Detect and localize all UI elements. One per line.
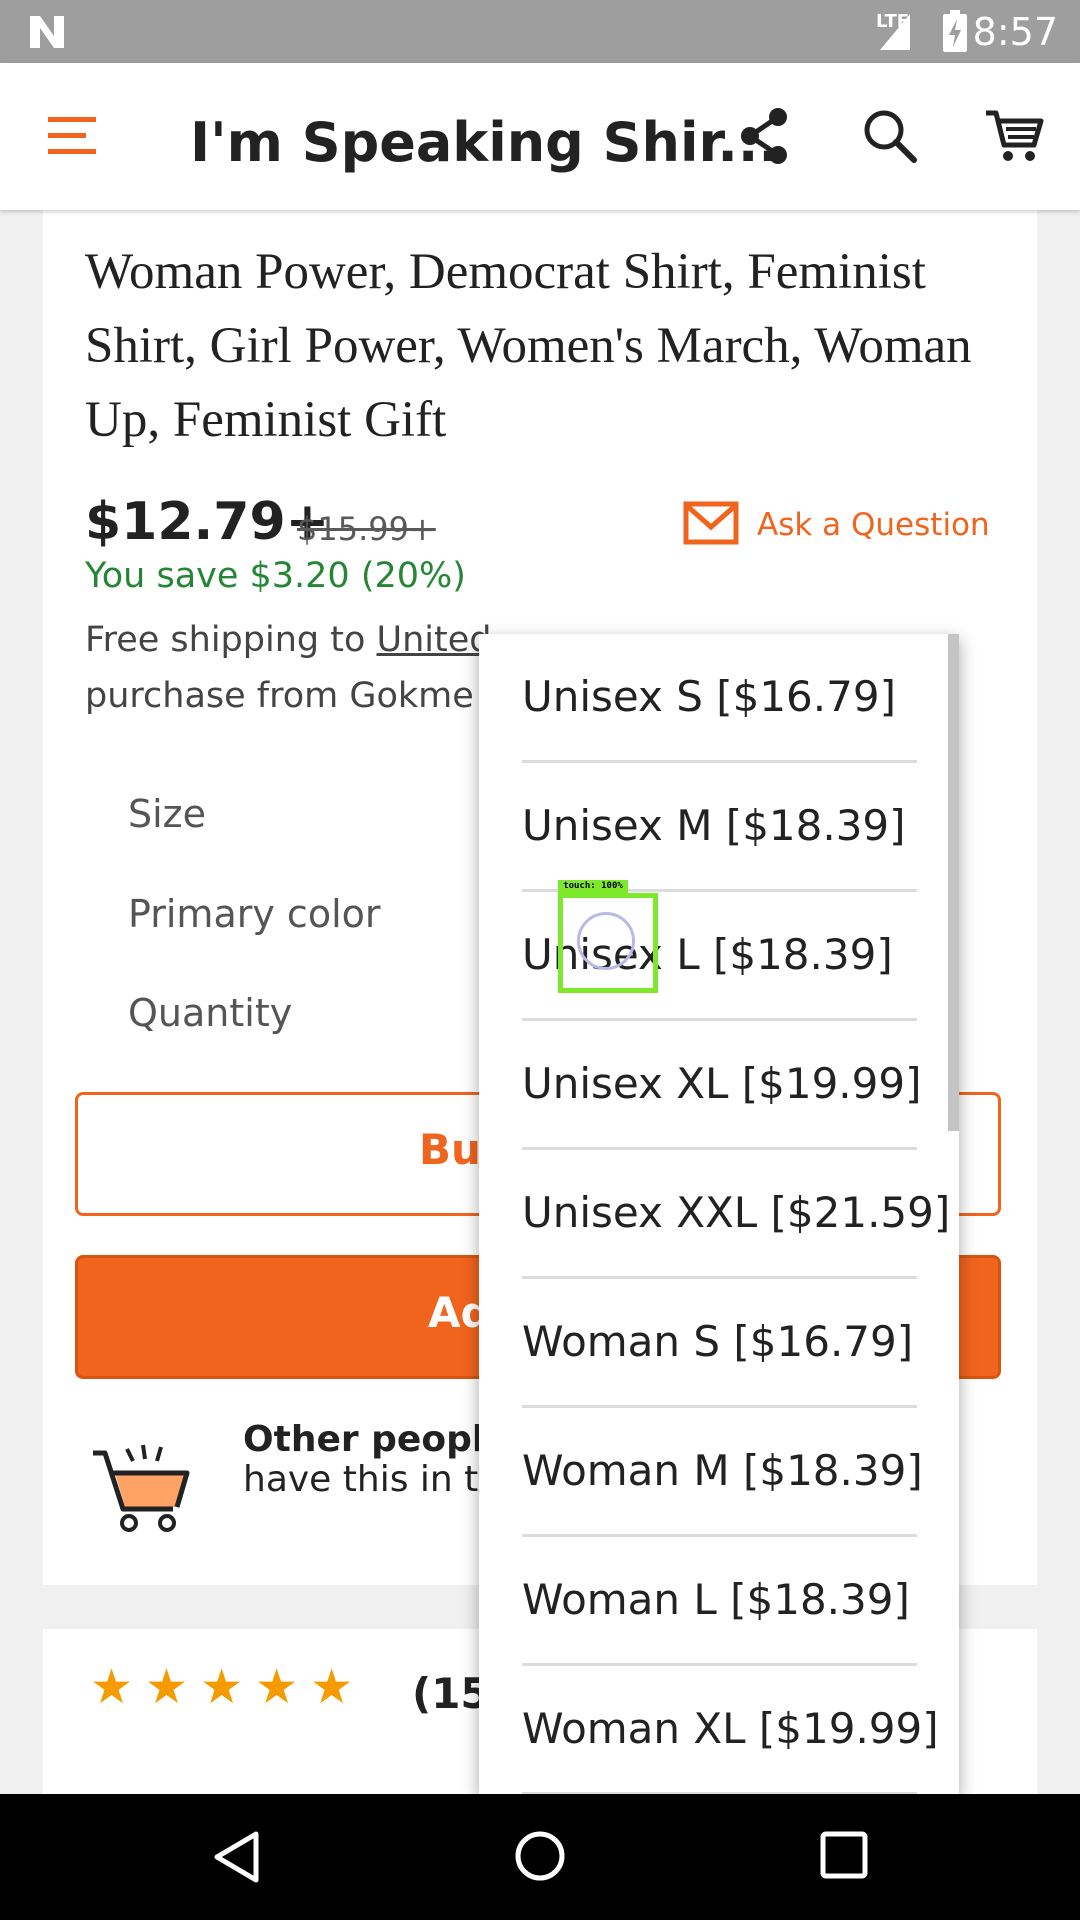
app-bar: I'm Speaking Shir... — [0, 63, 1080, 210]
product-title: Woman Power, Democrat Shirt, Feminist Sh… — [85, 244, 972, 448]
shipping-country-link[interactable]: United — [376, 620, 491, 660]
battery-charging-icon — [943, 10, 967, 52]
dropdown-option[interactable]: Woman XL [$19.99] — [522, 1666, 939, 1794]
touch-indicator-label: touch: 100% — [558, 880, 628, 893]
dropdown-scrollbar[interactable] — [948, 634, 959, 1131]
ask-question-button[interactable]: Ask a Question — [683, 497, 990, 553]
menu-icon[interactable] — [48, 115, 100, 157]
cart-note-line1: Other people — [243, 1419, 509, 1460]
rating-stars: ★★★★★ — [90, 1661, 366, 1714]
dropdown-option-label: Unisex S [$16.79] — [522, 672, 896, 721]
dropdown-option[interactable]: Unisex S [$16.79] — [522, 634, 917, 763]
dropdown-option[interactable]: Unisex M [$18.39] — [522, 763, 917, 892]
touch-ripple — [577, 912, 635, 970]
recents-icon[interactable] — [820, 1831, 868, 1879]
clock: 8:57 — [972, 10, 1058, 54]
price: $12.79+ — [85, 492, 330, 552]
cart-social-proof: Other people have this in th — [243, 1420, 509, 1500]
search-icon[interactable] — [862, 108, 918, 164]
dropdown-option-label: Unisex XXL [$21.59] — [522, 1188, 951, 1237]
cart-note-line2: have this in th — [243, 1459, 502, 1500]
back-icon[interactable] — [212, 1830, 260, 1884]
envelope-icon — [683, 501, 739, 545]
page-title: I'm Speaking Shir... — [190, 111, 779, 174]
dropdown-option[interactable]: Woman S [$16.79] — [522, 1279, 917, 1408]
navigation-bar — [0, 1794, 1080, 1920]
status-bar: LTE 8:57 — [0, 0, 1080, 63]
dropdown-option-label: Woman XL [$19.99] — [522, 1704, 939, 1753]
share-icon[interactable] — [738, 107, 790, 165]
dropdown-option[interactable]: Woman M [$18.39] — [522, 1408, 923, 1537]
dropdown-option[interactable]: Unisex XXL [$21.59] — [522, 1150, 950, 1279]
dropdown-option[interactable]: Woman L [$18.39] — [522, 1537, 917, 1666]
shipping-prefix: Free shipping to — [85, 620, 377, 660]
size-dropdown-menu[interactable]: Unisex S [$16.79] Unisex M [$18.39] Unis… — [479, 634, 959, 1794]
dropdown-option-label: Woman M [$18.39] — [522, 1446, 923, 1495]
primary-color-label: Primary color — [128, 892, 381, 936]
original-price: $15.99+ — [297, 510, 436, 548]
dropdown-option[interactable]: Unisex XL [$19.99] — [522, 1021, 921, 1150]
size-label: Size — [128, 792, 207, 836]
ask-question-label: Ask a Question — [757, 507, 990, 543]
dropdown-option-label: Woman L [$18.39] — [522, 1575, 910, 1624]
notification-icon — [30, 16, 64, 48]
quantity-label: Quantity — [128, 991, 293, 1035]
home-icon[interactable] — [514, 1830, 566, 1882]
signal-icon — [880, 14, 910, 50]
dropdown-option-label: Woman S [$16.79] — [522, 1317, 914, 1366]
you-save: You save $3.20 (20%) — [85, 556, 466, 596]
dropdown-option-label: Unisex M [$18.39] — [522, 801, 906, 850]
cart-popular-icon — [93, 1444, 190, 1532]
dropdown-option-label: Unisex XL [$19.99] — [522, 1059, 922, 1108]
cart-icon[interactable] — [984, 107, 1044, 165]
shipping-shop: purchase from Gokme — [85, 676, 474, 716]
touch-indicator — [558, 893, 658, 993]
